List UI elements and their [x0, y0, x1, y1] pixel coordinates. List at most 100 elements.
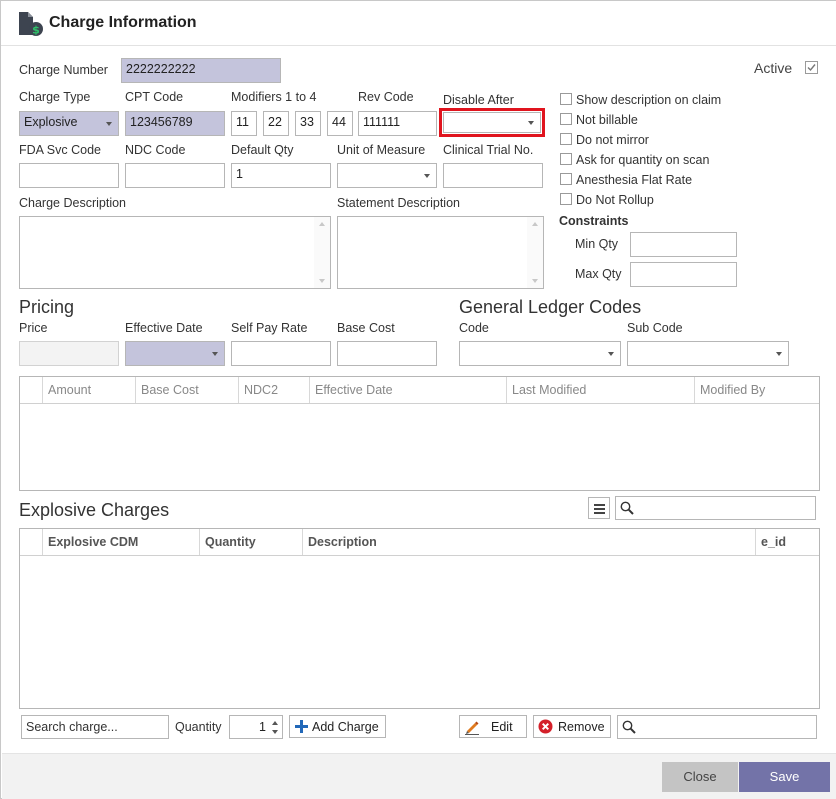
unit-of-measure-label: Unit of Measure — [337, 143, 426, 157]
gl-code-select[interactable] — [459, 341, 621, 366]
modifier-4-field[interactable]: 44 — [327, 111, 353, 136]
modifier-3-field[interactable]: 33 — [295, 111, 321, 136]
base-cost-label: Base Cost — [337, 321, 395, 335]
show-description-checkbox[interactable] — [560, 93, 572, 105]
rev-code-label: Rev Code — [358, 90, 414, 104]
min-qty-label: Min Qty — [575, 237, 619, 251]
column-header-description[interactable]: Description — [302, 529, 755, 555]
charge-description-textarea[interactable] — [19, 216, 331, 289]
modifier-1-field[interactable]: 11 — [231, 111, 257, 136]
pricing-grid[interactable]: Amount Base Cost NDC2 Effective Date Las… — [19, 376, 820, 491]
not-billable-checkbox[interactable] — [560, 113, 572, 125]
column-chooser-button[interactable] — [588, 497, 610, 519]
column-header-base-cost[interactable]: Base Cost — [135, 377, 238, 403]
scrollbar[interactable] — [314, 217, 330, 288]
column-header-effective-date[interactable]: Effective Date — [309, 377, 506, 403]
fda-svc-code-field[interactable] — [19, 163, 119, 188]
add-charge-label: Add Charge — [312, 720, 379, 734]
gl-sub-code-select[interactable] — [627, 341, 789, 366]
self-pay-rate-field[interactable] — [231, 341, 331, 366]
cpt-code-field[interactable]: 123456789 — [125, 111, 225, 136]
modifier-2-field[interactable]: 22 — [263, 111, 289, 136]
pricing-heading: Pricing — [19, 297, 75, 317]
grid-search-input[interactable] — [617, 715, 817, 739]
charge-number-field[interactable]: 2222222222 — [121, 58, 281, 83]
effective-date-label: Effective Date — [125, 321, 203, 335]
active-label: Active — [754, 60, 793, 76]
charge-type-label: Charge Type — [19, 90, 91, 104]
unit-of-measure-select[interactable] — [337, 163, 437, 188]
disable-after-label: Disable After — [443, 93, 514, 107]
price-label: Price — [19, 321, 48, 335]
column-header-amount[interactable]: Amount — [42, 377, 135, 403]
charge-type-value: Explosive — [24, 115, 78, 129]
statement-description-label: Statement Description — [337, 196, 460, 210]
menu-icon — [594, 503, 605, 517]
column-header-last-modified[interactable]: Last Modified — [506, 377, 694, 403]
base-cost-field[interactable] — [337, 341, 437, 366]
effective-date-select[interactable] — [125, 341, 225, 366]
search-icon — [620, 501, 634, 518]
quantity-stepper[interactable]: 1 — [229, 715, 283, 739]
remove-button[interactable]: Remove — [533, 715, 611, 738]
chevron-down-icon — [776, 352, 782, 356]
column-header-modified-by[interactable]: Modified By — [694, 377, 819, 403]
column-header-explosive-cdm[interactable]: Explosive CDM — [42, 529, 199, 555]
explosive-search-input[interactable] — [615, 496, 816, 520]
charge-number-label: Charge Number — [19, 63, 108, 77]
close-button[interactable]: Close — [662, 762, 738, 792]
charge-description-label: Charge Description — [19, 196, 126, 210]
max-qty-label: Max Qty — [575, 267, 622, 281]
fda-svc-code-label: FDA Svc Code — [19, 143, 101, 157]
charge-type-select[interactable]: Explosive — [19, 111, 119, 136]
edit-label: Edit — [491, 720, 513, 734]
do-not-rollup-checkbox[interactable] — [560, 193, 572, 205]
cpt-code-label: CPT Code — [125, 90, 184, 104]
save-button[interactable]: Save — [739, 762, 830, 792]
ndc-code-field[interactable] — [125, 163, 225, 188]
column-header-e-id[interactable]: e_id — [755, 529, 819, 555]
chevron-down-icon — [106, 122, 112, 126]
anesthesia-flat-rate-label: Anesthesia Flat Rate — [576, 173, 693, 187]
not-billable-label: Not billable — [576, 113, 638, 127]
column-header-quantity[interactable]: Quantity — [199, 529, 302, 555]
show-description-label: Show description on claim — [576, 93, 722, 107]
remove-icon — [538, 719, 553, 737]
disable-after-select[interactable] — [443, 112, 541, 133]
scrollbar[interactable] — [527, 217, 543, 288]
remove-label: Remove — [558, 720, 605, 734]
search-charge-placeholder: Search charge... — [26, 720, 118, 734]
chevron-down-icon — [608, 352, 614, 356]
pricing-grid-header: Amount Base Cost NDC2 Effective Date Las… — [20, 377, 819, 404]
price-field[interactable] — [19, 341, 119, 366]
title-bar: $ Charge Information — [1, 1, 836, 46]
dialog-title: Charge Information — [49, 14, 197, 31]
chevron-down-icon — [528, 121, 534, 125]
chevron-down-icon — [212, 352, 218, 356]
plus-icon — [294, 719, 309, 737]
rev-code-field[interactable]: 111111 — [358, 111, 437, 136]
default-qty-field[interactable]: 1 — [231, 163, 331, 188]
active-checkbox[interactable] — [805, 61, 818, 74]
statement-description-textarea[interactable] — [337, 216, 544, 289]
ask-quantity-label: Ask for quantity on scan — [576, 153, 710, 167]
ask-quantity-checkbox[interactable] — [560, 153, 572, 165]
explosive-charges-grid[interactable]: Explosive CDM Quantity Description e_id — [19, 528, 820, 709]
stepper-down-icon[interactable] — [272, 730, 278, 734]
search-charge-input[interactable]: Search charge... — [21, 715, 169, 739]
pencil-icon — [464, 719, 480, 738]
clinical-trial-field[interactable] — [443, 163, 543, 188]
column-header-ndc2[interactable]: NDC2 — [238, 377, 309, 403]
max-qty-field[interactable] — [630, 262, 737, 287]
gl-codes-heading: General Ledger Codes — [459, 297, 642, 317]
modifiers-label: Modifiers 1 to 4 — [231, 90, 317, 104]
do-not-rollup-label: Do Not Rollup — [576, 193, 654, 207]
clinical-trial-label: Clinical Trial No. — [443, 143, 534, 157]
add-charge-button[interactable]: Add Charge — [289, 715, 386, 738]
anesthesia-flat-rate-checkbox[interactable] — [560, 173, 572, 185]
svg-text:$: $ — [32, 24, 40, 37]
do-not-mirror-checkbox[interactable] — [560, 133, 572, 145]
stepper-up-icon[interactable] — [272, 721, 278, 725]
min-qty-field[interactable] — [630, 232, 737, 257]
edit-button[interactable]: Edit — [459, 715, 527, 738]
